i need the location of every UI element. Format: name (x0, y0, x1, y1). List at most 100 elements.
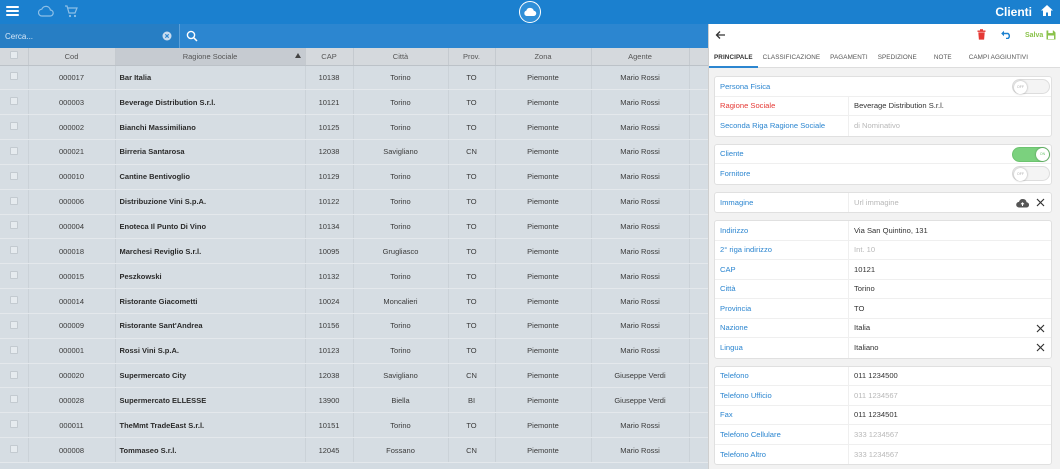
row-checkbox[interactable] (9, 370, 18, 379)
row-select-cell[interactable] (0, 214, 29, 240)
citta-field[interactable]: Torino (848, 279, 1051, 298)
cap-field[interactable]: 10121 (848, 260, 1051, 279)
row-checkbox[interactable] (9, 296, 18, 305)
table-row[interactable]: 000021 Birreria Santarosa 12038 Savigliano C… (0, 139, 708, 165)
row-select-cell[interactable] (0, 363, 29, 389)
back-arrow-icon[interactable] (715, 30, 726, 40)
hamburger-icon[interactable] (6, 5, 19, 17)
row-checkbox[interactable] (9, 146, 18, 155)
select-all-checkbox[interactable] (9, 51, 18, 60)
row-checkbox[interactable] (9, 97, 18, 106)
row-select-cell[interactable] (0, 114, 29, 141)
fornitore-toggle[interactable]: OFF (1012, 166, 1050, 181)
row-select-cell[interactable] (0, 313, 29, 339)
trash-icon[interactable] (977, 29, 986, 40)
lingua-field[interactable]: Italiano (848, 338, 1051, 358)
telefono-ufficio-field[interactable]: 011 1234567 (848, 386, 1051, 405)
row-checkbox[interactable] (9, 246, 18, 255)
search-input[interactable] (0, 24, 180, 48)
telefono-cellulare-field[interactable]: 333 1234567 (848, 425, 1051, 444)
row-select-cell[interactable] (0, 139, 29, 165)
home-icon[interactable] (1040, 4, 1054, 17)
tab-spedizione[interactable]: SPEDIZIONE (873, 46, 922, 68)
table-row[interactable]: 000014 Ristorante Giacometti 10024 Moncalie… (0, 288, 708, 314)
row-checkbox[interactable] (9, 196, 18, 205)
row-select-cell[interactable] (0, 387, 29, 414)
clear-search-icon[interactable] (162, 31, 172, 41)
row-checkbox[interactable] (9, 72, 18, 81)
row-select-cell[interactable] (0, 437, 29, 463)
table-row[interactable]: 000002 Bianchi Massimiliano 10125 Torino TO P… (0, 114, 708, 141)
cell-ragione-sociale: Bianchi Massimiliano (115, 114, 306, 141)
telefono-altro-field[interactable]: 333 1234567 (848, 444, 1051, 464)
riga2-indirizzo-field[interactable]: Int. 10 (848, 240, 1051, 259)
row-select-cell[interactable] (0, 412, 29, 439)
search-icon[interactable] (186, 30, 198, 42)
tab-note[interactable]: NOTE (922, 46, 964, 68)
provincia-field[interactable]: TO (848, 299, 1051, 318)
tab-classificazione[interactable]: CLASSIFICAZIONE (758, 46, 825, 68)
row-checkbox[interactable] (9, 221, 18, 230)
tab-pagamenti[interactable]: PAGAMENTI (825, 46, 873, 68)
row-checkbox[interactable] (9, 420, 18, 429)
cart-icon[interactable] (64, 5, 78, 18)
select-all-header[interactable] (0, 48, 29, 66)
cell-prov: TO (448, 288, 496, 314)
header-citta[interactable]: Città (353, 48, 449, 66)
table-row[interactable]: 000004 Enoteca Il Punto Di Vino 10134 Torin… (0, 214, 708, 240)
table-row[interactable]: 000015 Peszkowski 10132 Torino TO Piemonte Mar… (0, 263, 708, 290)
header-agente[interactable]: Agente (591, 48, 690, 66)
persona-fisica-toggle[interactable]: OFF (1012, 79, 1050, 94)
table-row[interactable]: 000001 Rossi Vini S.p.A. 10123 Torino TO Piem… (0, 338, 708, 364)
table-row[interactable]: 000028 Supermercato ELLESSE 13900 Biella BI P… (0, 387, 708, 414)
row-immagine: Immagine Url immagine (715, 192, 1051, 212)
row-select-cell[interactable] (0, 65, 29, 91)
table-row[interactable]: 000020 Supermercato City 12038 Savigliano CN… (0, 363, 708, 389)
save-button[interactable]: Salva (1025, 30, 1056, 40)
row-select-cell[interactable] (0, 189, 29, 215)
row-checkbox[interactable] (9, 445, 18, 454)
row-checkbox[interactable] (9, 171, 18, 180)
cliente-toggle[interactable]: ON (1012, 146, 1050, 162)
cloud-upload-icon[interactable] (1016, 198, 1029, 208)
header-cod[interactable]: Cod (28, 48, 116, 66)
telefono-field[interactable]: 011 1234500 (848, 366, 1051, 385)
row-checkbox[interactable] (9, 122, 18, 131)
table-row[interactable]: 000011 TheMmt TradeEast S.r.l. 10151 Torino… (0, 412, 708, 439)
row-nazione: Nazione Italia (715, 318, 1051, 338)
row-select-cell[interactable] (0, 338, 29, 364)
seconda-riga-field[interactable]: di Nominativo (848, 116, 1051, 136)
cell-citta: Torino (353, 214, 449, 240)
row-select-cell[interactable] (0, 238, 29, 265)
table-row[interactable]: 000003 Beverage Distribution S.r.l. 10121 T… (0, 89, 708, 116)
row-select-cell[interactable] (0, 288, 29, 314)
row-select-cell[interactable] (0, 89, 29, 116)
tab-campi-aggiuntivi[interactable]: CAMPI AGGIUNTIVI (964, 46, 1033, 68)
header-ragione-sociale[interactable]: Ragione Sociale (115, 48, 306, 66)
clear-nazione-icon[interactable] (1036, 324, 1045, 333)
header-cap[interactable]: CAP (305, 48, 354, 66)
cloud-icon[interactable] (38, 5, 54, 17)
header-zona[interactable]: Zona (495, 48, 592, 66)
table-row[interactable]: 000018 Marchesi Reviglio S.r.l. 10095 Grugl… (0, 238, 708, 265)
table-row[interactable]: 000010 Cantine Bentivoglio 10129 Torino TO Pi… (0, 164, 708, 190)
table-row[interactable]: 000008 Tommaseo S.r.l. 12045 Fossano CN Piemo… (0, 437, 708, 463)
ragione-sociale-field[interactable]: Beverage Distribution S.r.l. (848, 96, 1051, 115)
row-checkbox[interactable] (9, 320, 18, 329)
row-select-cell[interactable] (0, 164, 29, 190)
tab-principale[interactable]: PRINCIPALE (709, 46, 758, 68)
row-checkbox[interactable] (9, 345, 18, 354)
indirizzo-field[interactable]: Via San Quintino, 131 (848, 221, 1051, 240)
table-row[interactable]: 000017 Bar Italia 10138 Torino TO Piemonte Mar… (0, 65, 708, 91)
fax-field[interactable]: 011 1234501 (848, 405, 1051, 424)
row-checkbox[interactable] (9, 395, 18, 404)
undo-icon[interactable] (1000, 30, 1012, 39)
row-checkbox[interactable] (9, 271, 18, 280)
row-select-cell[interactable] (0, 263, 29, 290)
clear-lingua-icon[interactable] (1036, 343, 1045, 352)
header-prov[interactable]: Prov. (448, 48, 496, 66)
clear-image-icon[interactable] (1036, 198, 1045, 207)
nazione-field[interactable]: Italia (848, 318, 1051, 337)
table-row[interactable]: 000009 Ristorante Sant'Andrea 10156 Torino T… (0, 313, 708, 339)
table-row[interactable]: 000006 Distribuzione Vini S.p.A. 10122 Tori… (0, 189, 708, 215)
